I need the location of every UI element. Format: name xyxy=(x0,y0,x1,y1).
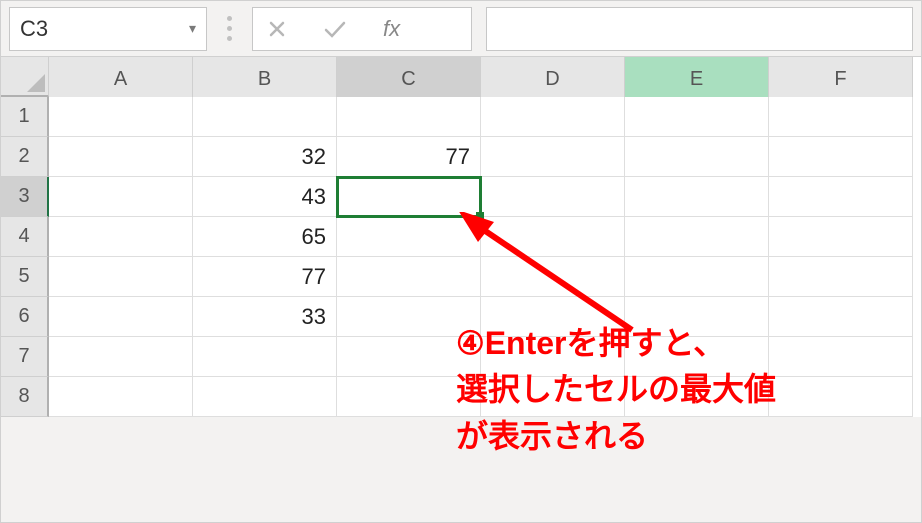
cell-b4[interactable]: 65 xyxy=(193,217,337,257)
cell-e5[interactable] xyxy=(625,257,769,297)
cell-c2[interactable]: 77 xyxy=(337,137,481,177)
row-header-2[interactable]: 2 xyxy=(1,137,49,177)
cell-f1[interactable] xyxy=(769,97,913,137)
cell-d7[interactable] xyxy=(481,337,625,377)
select-all-corner[interactable] xyxy=(1,57,49,97)
cell-e4[interactable] xyxy=(625,217,769,257)
cell-b8[interactable] xyxy=(193,377,337,417)
cell-f2[interactable] xyxy=(769,137,913,177)
cell-a6[interactable] xyxy=(49,297,193,337)
cell-f6[interactable] xyxy=(769,297,913,337)
cell-c6[interactable] xyxy=(337,297,481,337)
cell-a1[interactable] xyxy=(49,97,193,137)
cell-f8[interactable] xyxy=(769,377,913,417)
fx-icon[interactable]: fx xyxy=(383,16,400,42)
cell-d4[interactable] xyxy=(481,217,625,257)
cell-b5[interactable]: 77 xyxy=(193,257,337,297)
cell-f4[interactable] xyxy=(769,217,913,257)
cell-c7[interactable] xyxy=(337,337,481,377)
formula-input[interactable] xyxy=(486,7,913,51)
cell-c1[interactable] xyxy=(337,97,481,137)
cell-f5[interactable] xyxy=(769,257,913,297)
cell-c5[interactable] xyxy=(337,257,481,297)
name-box-dropdown-icon[interactable]: ▾ xyxy=(189,20,196,37)
cell-a7[interactable] xyxy=(49,337,193,377)
cell-f7[interactable] xyxy=(769,337,913,377)
enter-icon[interactable] xyxy=(323,19,347,39)
cell-e7[interactable] xyxy=(625,337,769,377)
row-header-8[interactable]: 8 xyxy=(1,377,49,417)
cell-e6[interactable] xyxy=(625,297,769,337)
cell-c4[interactable] xyxy=(337,217,481,257)
cell-d6[interactable] xyxy=(481,297,625,337)
spreadsheet-grid[interactable]: ABCDEF12327734346557763378 xyxy=(1,57,921,417)
cell-a2[interactable] xyxy=(49,137,193,177)
cell-e1[interactable] xyxy=(625,97,769,137)
cell-d3[interactable] xyxy=(481,177,625,217)
cell-a4[interactable] xyxy=(49,217,193,257)
row-header-4[interactable]: 4 xyxy=(1,217,49,257)
cell-a5[interactable] xyxy=(49,257,193,297)
name-box[interactable]: C3 ▾ xyxy=(9,7,207,51)
cell-d2[interactable] xyxy=(481,137,625,177)
cell-b3[interactable]: 43 xyxy=(193,177,337,217)
cell-e8[interactable] xyxy=(625,377,769,417)
cell-b7[interactable] xyxy=(193,337,337,377)
cell-d1[interactable] xyxy=(481,97,625,137)
row-header-5[interactable]: 5 xyxy=(1,257,49,297)
cancel-icon[interactable] xyxy=(267,19,287,39)
cell-e2[interactable] xyxy=(625,137,769,177)
row-header-3[interactable]: 3 xyxy=(1,177,49,217)
cell-b6[interactable]: 33 xyxy=(193,297,337,337)
cell-a8[interactable] xyxy=(49,377,193,417)
cell-b1[interactable] xyxy=(193,97,337,137)
separator-dots xyxy=(221,16,238,41)
cell-c3[interactable] xyxy=(337,177,481,217)
annotation-line-3: が表示される xyxy=(456,413,776,459)
row-header-6[interactable]: 6 xyxy=(1,297,49,337)
cell-f3[interactable] xyxy=(769,177,913,217)
row-header-1[interactable]: 1 xyxy=(1,97,49,137)
name-box-value: C3 xyxy=(20,16,48,42)
cell-b2[interactable]: 32 xyxy=(193,137,337,177)
cell-c8[interactable] xyxy=(337,377,481,417)
row-header-7[interactable]: 7 xyxy=(1,337,49,377)
formula-bar-controls: fx xyxy=(252,7,472,51)
formula-bar: C3 ▾ fx xyxy=(1,1,921,57)
cell-e3[interactable] xyxy=(625,177,769,217)
cell-a3[interactable] xyxy=(49,177,193,217)
cell-d8[interactable] xyxy=(481,377,625,417)
cell-d5[interactable] xyxy=(481,257,625,297)
